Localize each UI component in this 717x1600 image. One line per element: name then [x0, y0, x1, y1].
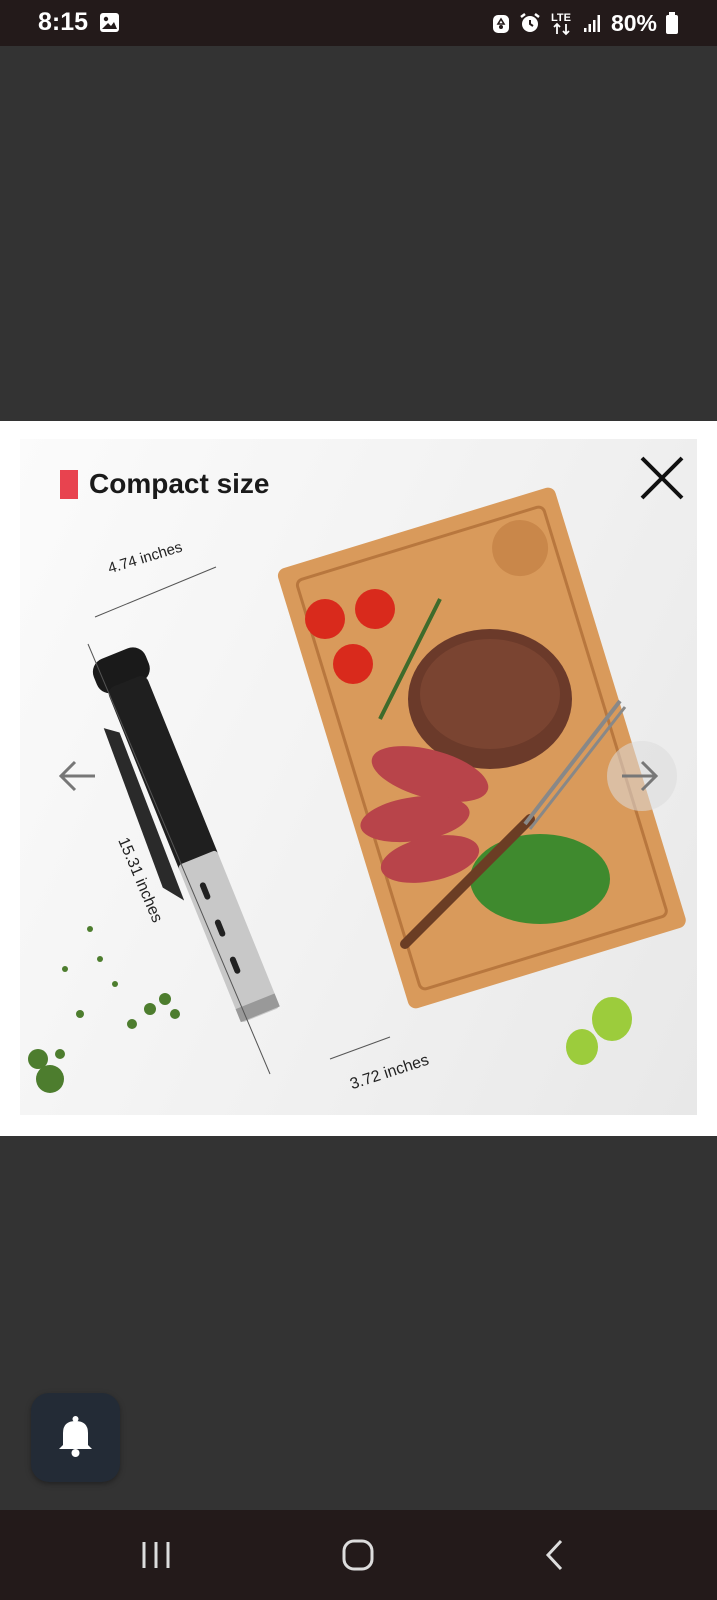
previous-image-button[interactable] — [55, 751, 105, 801]
battery-icon — [666, 12, 678, 34]
home-icon — [342, 1539, 374, 1571]
status-time: 8:15 — [38, 8, 89, 36]
status-icons: LTE 80% — [491, 9, 679, 37]
bell-icon — [59, 1416, 92, 1457]
headline-text: Compact size — [89, 468, 270, 499]
battery-percent: 80% — [610, 9, 657, 36]
arrow-right-icon — [622, 760, 659, 792]
alarm-icon — [520, 13, 540, 32]
close-button[interactable] — [637, 453, 687, 503]
svg-text:LTE: LTE — [551, 12, 571, 24]
product-illustration — [28, 487, 686, 1093]
arrow-left-icon — [58, 760, 95, 792]
gallery-icon — [100, 13, 119, 32]
notification-button[interactable] — [31, 1393, 120, 1482]
system-nav-bar — [0, 1510, 717, 1600]
lte-icon: LTE — [551, 12, 571, 36]
signal-icon — [583, 15, 600, 32]
back-icon — [545, 1539, 563, 1571]
product-image: Compact size 4.74 inches 15.31 inches 3.… — [20, 439, 697, 1115]
recents-button[interactable] — [131, 1530, 181, 1580]
close-icon — [640, 456, 684, 500]
headline: Compact size — [60, 467, 270, 501]
headline-marker — [60, 469, 78, 499]
recents-icon — [142, 1542, 170, 1568]
home-button[interactable] — [333, 1530, 383, 1580]
next-image-button[interactable] — [607, 741, 677, 811]
back-button[interactable] — [530, 1530, 580, 1580]
status-bar: 8:15 LTE 80% — [0, 0, 717, 46]
recycle-icon — [492, 15, 509, 33]
image-viewer-modal: Compact size 4.74 inches 15.31 inches 3.… — [0, 421, 717, 1136]
